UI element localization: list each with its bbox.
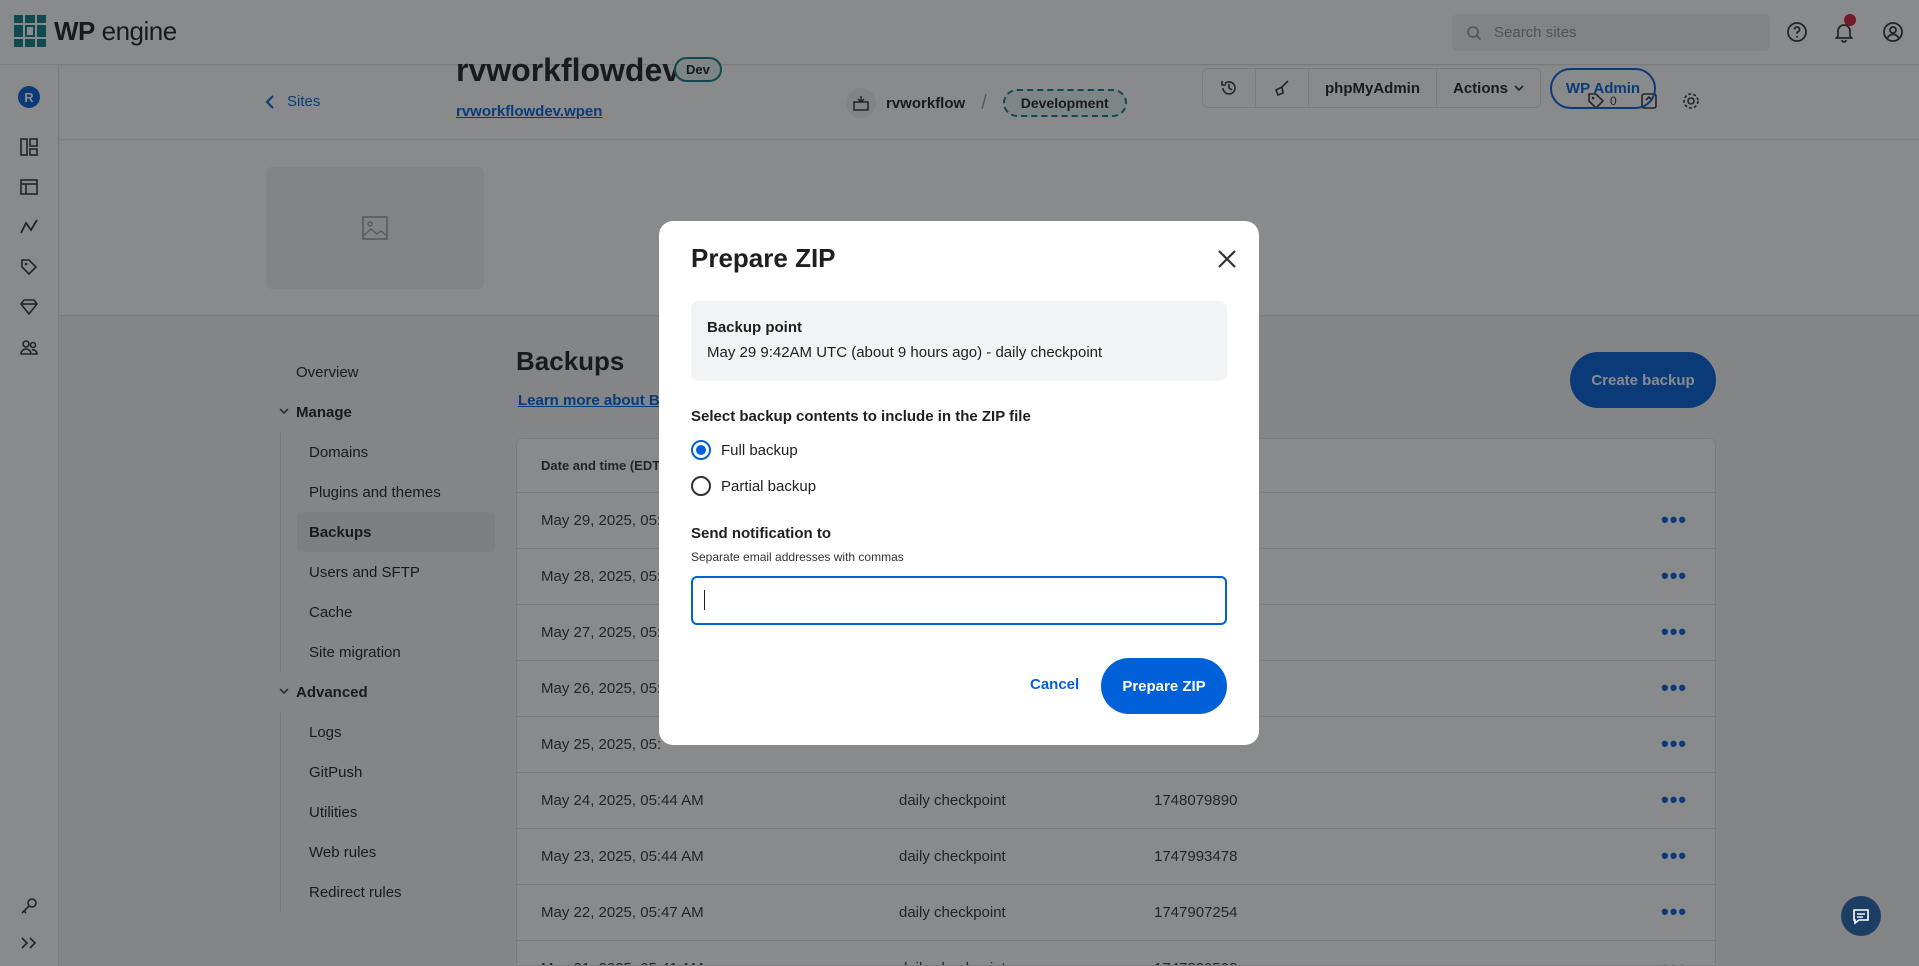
chat-icon bbox=[1853, 909, 1869, 925]
full-backup-option[interactable]: Full backup bbox=[691, 440, 798, 460]
full-backup-label: Full backup bbox=[721, 441, 798, 459]
close-icon[interactable] bbox=[1215, 247, 1239, 271]
dialog-title: Prepare ZIP bbox=[691, 243, 836, 273]
backup-point-card: Backup point May 29 9:42AM UTC (about 9 … bbox=[691, 301, 1227, 381]
full-backup-radio[interactable] bbox=[691, 440, 711, 460]
notification-label: Send notification to bbox=[691, 525, 831, 542]
notification-email-input[interactable] bbox=[691, 576, 1227, 625]
prepare-zip-dialog: Prepare ZIP Backup point May 29 9:42AM U… bbox=[659, 221, 1259, 745]
contents-label: Select backup contents to include in the… bbox=[691, 408, 1031, 425]
text-caret bbox=[704, 590, 705, 610]
partial-backup-option[interactable]: Partial backup bbox=[691, 476, 816, 496]
partial-backup-label: Partial backup bbox=[721, 477, 817, 495]
backup-point-value: May 29 9:42AM UTC (about 9 hours ago) - … bbox=[707, 344, 1103, 361]
backup-point-label: Backup point bbox=[707, 319, 803, 336]
notification-help: Separate email addresses with commas bbox=[691, 550, 904, 564]
cancel-button[interactable]: Cancel bbox=[1030, 676, 1079, 693]
partial-backup-radio[interactable] bbox=[691, 476, 711, 496]
chat-button[interactable] bbox=[1841, 896, 1881, 936]
prepare-zip-button[interactable]: Prepare ZIP bbox=[1101, 658, 1227, 714]
